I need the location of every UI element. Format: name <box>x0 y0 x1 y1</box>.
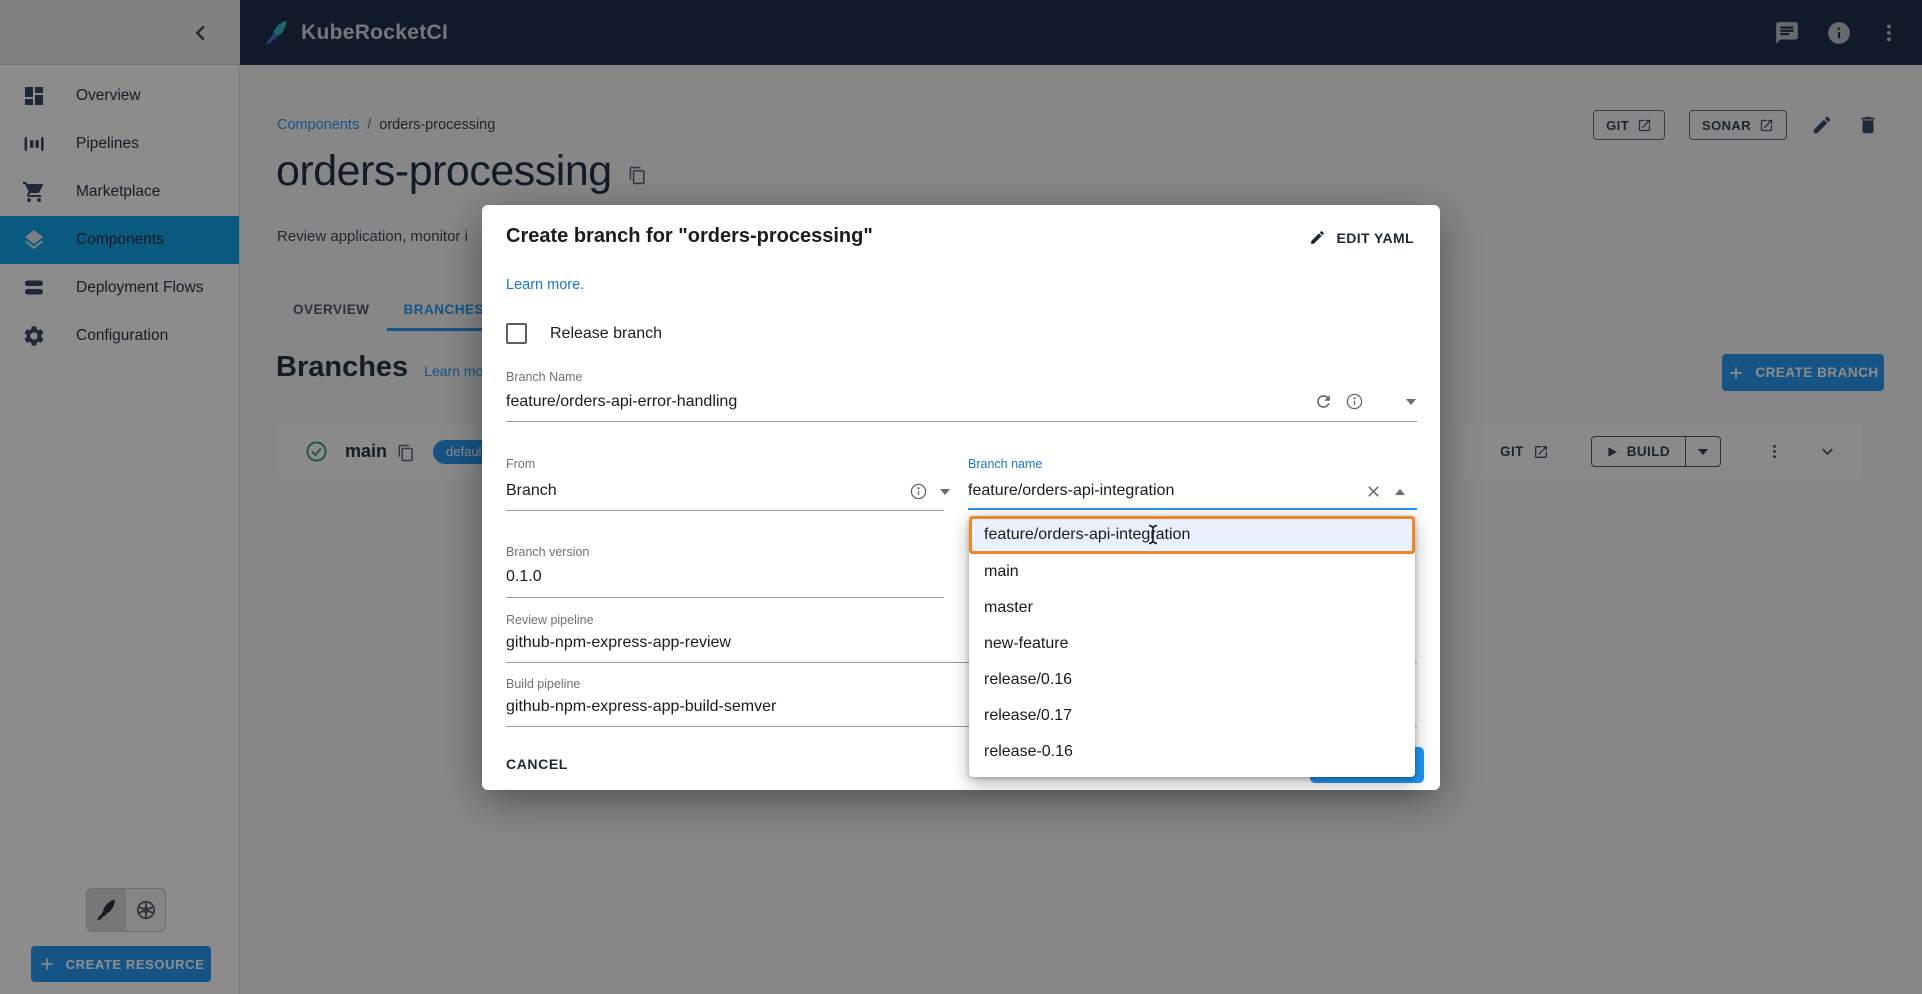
branch-name-top-label: Branch Name <box>506 370 582 384</box>
review-pipeline-label: Review pipeline <box>506 613 594 627</box>
dialog-title: Create branch for "orders-processing" <box>506 225 873 248</box>
build-pipeline-input[interactable]: github-npm-express-app-build-semver <box>506 698 776 716</box>
from-label: From <box>506 457 535 471</box>
input-underline <box>506 597 944 598</box>
release-branch-checkbox[interactable] <box>506 323 527 344</box>
regenerate-name-icon[interactable] <box>1314 392 1333 411</box>
from-select[interactable]: Branch <box>506 482 557 500</box>
info-outline-icon[interactable] <box>1345 392 1364 411</box>
cancel-button[interactable]: CANCEL <box>506 756 568 772</box>
pencil-icon <box>1309 229 1326 246</box>
focused-input-underline <box>968 508 1417 510</box>
option-release-0-17[interactable]: release/0.17 <box>969 698 1415 734</box>
text-cursor <box>1147 524 1159 545</box>
option-new-feature[interactable]: new-feature <box>969 626 1415 662</box>
review-pipeline-input[interactable]: github-npm-express-app-review <box>506 634 731 652</box>
dialog-learn-more-link[interactable]: Learn more. <box>506 277 584 293</box>
option-main[interactable]: main <box>969 554 1415 590</box>
caret-down-icon[interactable] <box>1406 399 1416 405</box>
build-pipeline-label: Build pipeline <box>506 677 580 691</box>
caret-up-icon[interactable] <box>1395 489 1405 495</box>
new-branch-name-input[interactable]: feature/orders-api-integration <box>968 482 1174 500</box>
branch-version-input[interactable]: 0.1.0 <box>506 568 542 586</box>
branch-version-label: Branch version <box>506 545 589 559</box>
info-outline-icon[interactable] <box>909 482 928 501</box>
new-branch-name-label: Branch name <box>968 457 1042 471</box>
branch-name-autocomplete-listbox: feature/orders-api-integration main mast… <box>969 516 1415 777</box>
option-release-dash-0-16[interactable]: release-0.16 <box>969 734 1415 770</box>
branch-name-top-input[interactable]: feature/orders-api-error-handling <box>506 393 737 411</box>
edit-yaml-label: EDIT YAML <box>1336 230 1414 246</box>
input-underline <box>506 510 944 511</box>
input-underline <box>506 421 1417 422</box>
clear-icon[interactable] <box>1364 482 1383 501</box>
option-release-0-16[interactable]: release/0.16 <box>969 662 1415 698</box>
release-branch-label: Release branch <box>550 325 662 343</box>
caret-down-icon[interactable] <box>940 489 950 495</box>
option-master[interactable]: master <box>969 590 1415 626</box>
option-feature-orders-api-integration[interactable]: feature/orders-api-integration <box>969 516 1415 554</box>
edit-yaml-button[interactable]: EDIT YAML <box>1309 229 1414 246</box>
